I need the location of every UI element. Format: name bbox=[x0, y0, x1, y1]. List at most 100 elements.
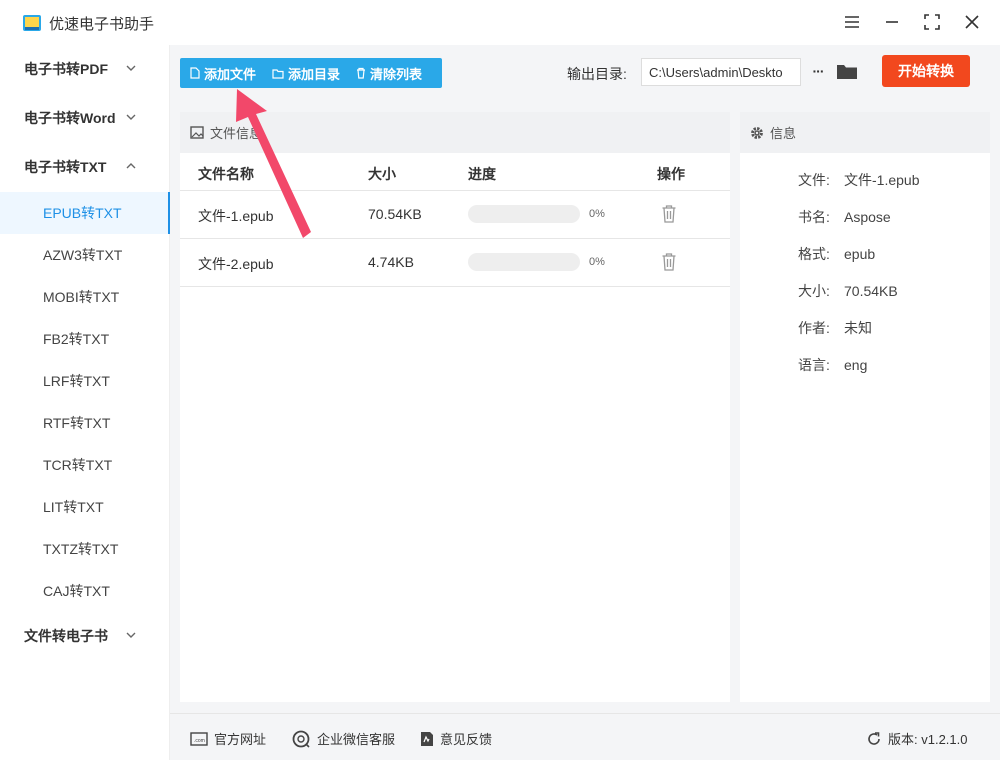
gear-icon bbox=[751, 126, 763, 139]
nav-group-label: 电子书转Word bbox=[24, 110, 116, 126]
clear-list-button[interactable]: 清除列表 bbox=[356, 58, 422, 88]
sidebar-item-label: MOBI转TXT bbox=[43, 289, 120, 305]
table-row[interactable]: 文件-2.epub 4.74KB 0% bbox=[180, 239, 730, 287]
nav-group-pdf[interactable]: 电子书转PDF bbox=[0, 45, 170, 93]
info-row-title: 书名: Aspose bbox=[798, 207, 891, 227]
sidebar-item-label: LRF转TXT bbox=[43, 373, 110, 389]
info-key: 语言: bbox=[798, 357, 830, 373]
add-directory-label: 添加目录 bbox=[288, 66, 341, 82]
sidebar-item-label: EPUB转TXT bbox=[43, 205, 122, 221]
nav-group-ebook[interactable]: 文件转电子书 bbox=[0, 612, 170, 660]
info-value: Aspose bbox=[844, 209, 891, 225]
info-panel: 信息 文件: 文件-1.epub 书名: Aspose 格式: epub 大小: 70.… bbox=[740, 112, 990, 702]
info-key: 作者: bbox=[798, 320, 830, 336]
progress-percent: 0% bbox=[589, 256, 605, 268]
more-button[interactable]: ··· bbox=[807, 59, 829, 83]
footer: .com 官方网址 企业微信客服 意见反馈 版本: v1.2.1.0 bbox=[170, 713, 1000, 760]
chevron-down-icon bbox=[126, 114, 136, 120]
info-row-file: 文件: 文件-1.epub bbox=[798, 170, 919, 190]
version-label: 版本: v1.2.1.0 bbox=[888, 732, 968, 747]
chevron-up-icon bbox=[126, 163, 136, 169]
maximize-button[interactable] bbox=[920, 10, 944, 34]
file-panel-title: 文件信息 bbox=[210, 126, 263, 141]
info-value: 70.54KB bbox=[844, 283, 898, 299]
info-key: 格式: bbox=[798, 246, 830, 262]
file-name: 文件-1.epub bbox=[198, 208, 274, 224]
main-area: 添加文件 添加目录 清除列表 输出目录: ··· 开始转换 文件信息 文件名称 bbox=[170, 45, 1000, 760]
sidebar-item-epub-txt[interactable]: EPUB转TXT bbox=[0, 192, 170, 234]
info-row-author: 作者: 未知 bbox=[798, 318, 872, 338]
wechat-icon bbox=[292, 730, 310, 748]
info-row-format: 格式: epub bbox=[798, 244, 875, 264]
sidebar-item-mobi-txt[interactable]: MOBI转TXT bbox=[0, 276, 170, 318]
output-dir-input[interactable] bbox=[641, 58, 801, 86]
sidebar-item-fb2-txt[interactable]: FB2转TXT bbox=[0, 318, 170, 360]
feedback-link[interactable]: 意见反馈 bbox=[420, 729, 492, 748]
trash-icon bbox=[357, 67, 366, 79]
sidebar-item-label: TXTZ转TXT bbox=[43, 541, 119, 557]
sidebar-item-label: FB2转TXT bbox=[43, 331, 110, 347]
sidebar-item-label: CAJ转TXT bbox=[43, 583, 110, 599]
trash-icon[interactable] bbox=[661, 252, 677, 272]
file-size: 70.54KB bbox=[368, 206, 422, 222]
website-label: 官方网址 bbox=[214, 732, 267, 747]
nav-group-txt[interactable]: 电子书转TXT bbox=[0, 143, 170, 191]
file-button-group: 添加文件 添加目录 清除列表 bbox=[180, 58, 442, 88]
feedback-label: 意见反馈 bbox=[440, 732, 493, 747]
table-row[interactable]: 文件-1.epub 70.54KB 0% bbox=[180, 191, 730, 239]
close-icon bbox=[965, 15, 979, 29]
col-header-progress: 进度 bbox=[468, 166, 496, 182]
sidebar-item-txtz-txt[interactable]: TXTZ转TXT bbox=[0, 528, 170, 570]
version-info: 版本: v1.2.1.0 bbox=[866, 729, 967, 748]
chevron-down-icon bbox=[126, 65, 136, 71]
col-header-action: 操作 bbox=[657, 166, 685, 182]
nav-group-word[interactable]: 电子书转Word bbox=[0, 94, 170, 142]
sidebar-item-caj-txt[interactable]: CAJ转TXT bbox=[0, 570, 170, 612]
file-size: 4.74KB bbox=[368, 254, 414, 270]
file-panel: 文件信息 文件名称 大小 进度 操作 文件-1.epub 70.54KB 0% … bbox=[180, 112, 730, 702]
sidebar-item-lit-txt[interactable]: LIT转TXT bbox=[0, 486, 170, 528]
menu-button[interactable] bbox=[840, 10, 864, 34]
col-header-size: 大小 bbox=[368, 166, 396, 182]
website-icon: .com bbox=[190, 731, 208, 746]
folder-icon[interactable] bbox=[836, 59, 858, 83]
add-file-button[interactable]: 添加文件 bbox=[190, 58, 256, 88]
sidebar-item-label: LIT转TXT bbox=[43, 499, 104, 515]
clear-list-label: 清除列表 bbox=[370, 66, 423, 82]
nav-group-label: 文件转电子书 bbox=[24, 628, 108, 644]
sidebar-item-lrf-txt[interactable]: LRF转TXT bbox=[0, 360, 170, 402]
refresh-icon bbox=[868, 731, 880, 745]
start-convert-button[interactable]: 开始转换 bbox=[882, 55, 970, 87]
sidebar-item-label: RTF转TXT bbox=[43, 415, 111, 431]
sidebar-item-tcr-txt[interactable]: TCR转TXT bbox=[0, 444, 170, 486]
info-key: 文件: bbox=[798, 172, 830, 188]
sidebar-item-rtf-txt[interactable]: RTF转TXT bbox=[0, 402, 170, 444]
website-link[interactable]: .com 官方网址 bbox=[190, 729, 266, 748]
close-button[interactable] bbox=[960, 10, 984, 34]
trash-icon[interactable] bbox=[661, 204, 677, 224]
feedback-icon bbox=[421, 731, 433, 746]
maximize-icon bbox=[924, 14, 940, 30]
nav-group-label: 电子书转TXT bbox=[24, 159, 107, 175]
info-row-language: 语言: eng bbox=[798, 355, 867, 375]
wechat-support-link[interactable]: 企业微信客服 bbox=[292, 729, 395, 748]
file-name: 文件-2.epub bbox=[198, 256, 274, 272]
info-panel-header: 信息 bbox=[740, 112, 990, 153]
svg-text:.com: .com bbox=[194, 738, 205, 744]
folder-outline-icon bbox=[272, 68, 284, 79]
info-key: 书名: bbox=[798, 209, 830, 225]
more-icon: ··· bbox=[812, 63, 825, 79]
add-file-label: 添加文件 bbox=[204, 66, 257, 82]
wechat-support-label: 企业微信客服 bbox=[317, 732, 396, 747]
minimize-button[interactable] bbox=[880, 10, 904, 34]
progress-bar bbox=[468, 253, 580, 271]
sidebar-item-label: TCR转TXT bbox=[43, 457, 113, 473]
sidebar-item-azw3-txt[interactable]: AZW3转TXT bbox=[0, 234, 170, 276]
image-icon bbox=[190, 126, 204, 139]
info-value: 未知 bbox=[844, 320, 872, 336]
file-panel-header: 文件信息 bbox=[180, 112, 730, 153]
title-bar: 优速电子书助手 bbox=[0, 0, 1000, 45]
add-directory-button[interactable]: 添加目录 bbox=[272, 58, 340, 88]
toolbar: 添加文件 添加目录 清除列表 输出目录: ··· 开始转换 bbox=[170, 45, 1000, 101]
info-value: 文件-1.epub bbox=[844, 172, 920, 188]
